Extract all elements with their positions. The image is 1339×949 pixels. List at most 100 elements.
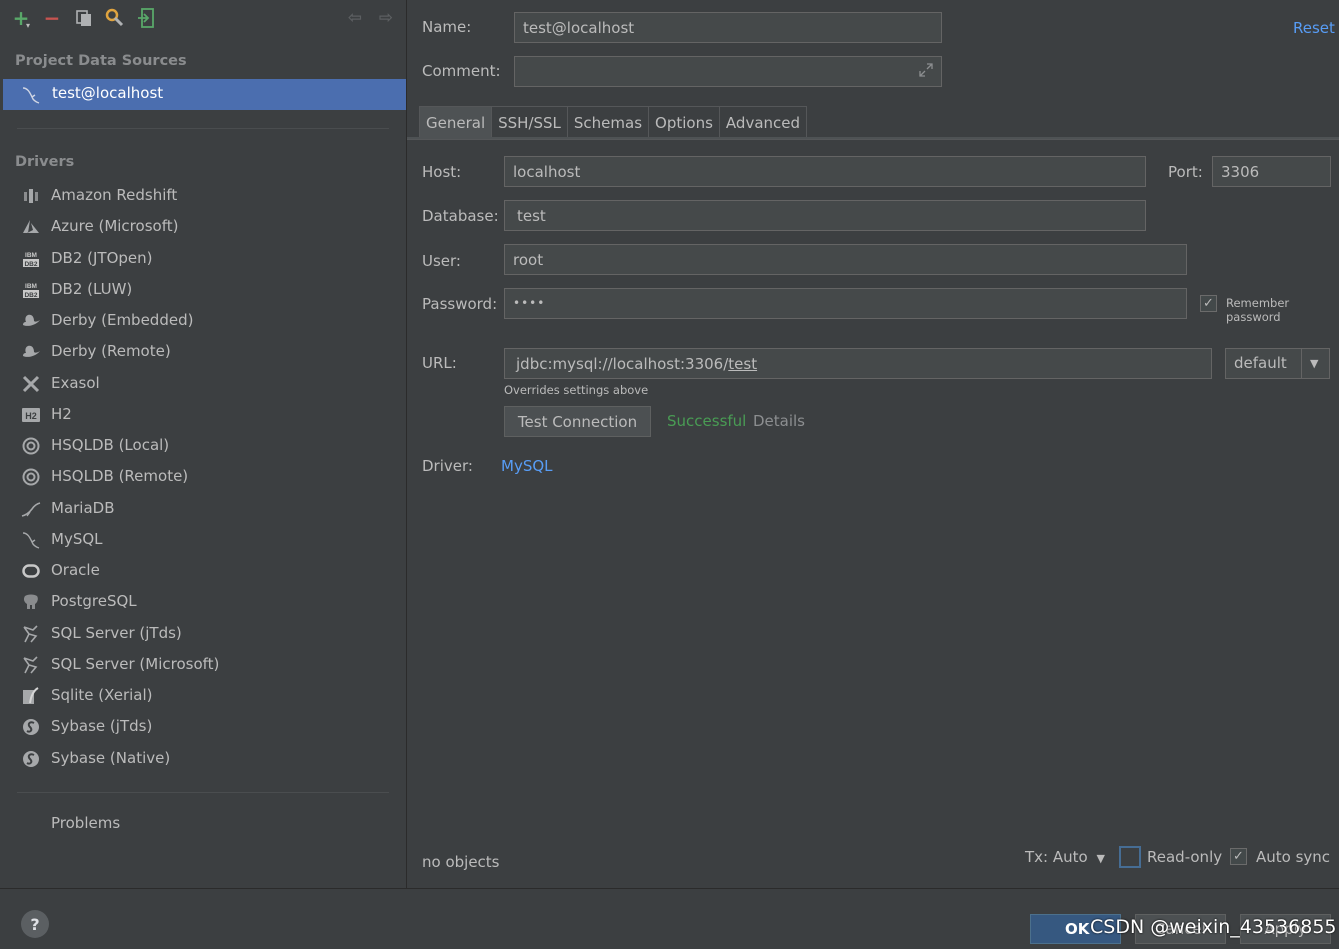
driver-label: MySQL: [51, 529, 103, 548]
driver-item-hsqldb-remote[interactable]: HSQLDB (Remote): [0, 462, 406, 492]
driver-label: Sqlite (Xerial): [51, 686, 153, 704]
objects-status: no objects: [422, 853, 500, 871]
tab-general[interactable]: General: [419, 106, 493, 138]
comment-label: Comment:: [422, 62, 501, 80]
sql-server-icon: [21, 624, 41, 644]
driver-item-derby-remote[interactable]: Derby (Remote): [0, 337, 406, 367]
remember-password-label: Remember password: [1226, 296, 1290, 324]
password-label: Password:: [422, 295, 498, 313]
url-mode-select[interactable]: default ▼: [1225, 348, 1330, 379]
data-source-item-test-localhost[interactable]: test@localhost: [3, 79, 406, 110]
database-input[interactable]: [504, 200, 1146, 231]
comment-input[interactable]: [514, 56, 942, 87]
remove-icon[interactable]: −: [40, 6, 64, 30]
read-only-label: Read-only: [1147, 848, 1223, 866]
hsqldb-icon: [21, 467, 41, 487]
h2-icon: H2: [21, 405, 41, 425]
driver-item-sybase-jtds[interactable]: Sybase (jTds): [0, 712, 406, 742]
h2-text: H2: [25, 411, 37, 421]
tab-schemas[interactable]: Schemas: [566, 106, 650, 138]
driver-label: HSQLDB (Local): [51, 436, 170, 454]
port-label: Port:: [1168, 163, 1203, 181]
user-input[interactable]: [504, 244, 1187, 275]
driver-item-db2-jtopen[interactable]: IBM DB2 DB2 (JTOpen): [0, 244, 406, 274]
driver-label: HSQLDB (Remote): [51, 467, 189, 486]
tx-mode-label: Tx: Auto: [1025, 848, 1088, 866]
driver-label: Derby (Remote): [51, 342, 171, 361]
footer-divider: [0, 888, 1339, 889]
tab-options[interactable]: Options: [648, 106, 720, 138]
chevron-down-icon: ▼: [1310, 357, 1319, 370]
add-icon[interactable]: + ▾: [9, 6, 33, 30]
host-input[interactable]: [504, 156, 1146, 187]
driver-item-hsqldb-local[interactable]: HSQLDB (Local): [0, 431, 406, 461]
tab-ssh-ssl[interactable]: SSH/SSL: [491, 106, 568, 138]
user-label: User:: [422, 252, 461, 270]
name-input[interactable]: [514, 12, 942, 43]
project-data-sources-heading: Project Data Sources: [15, 53, 187, 69]
reset-link[interactable]: Reset: [1293, 19, 1335, 37]
ibm-text: IBM: [25, 283, 37, 290]
database-label: Database:: [422, 207, 499, 225]
settings-tabs: General SSH/SSL Schemas Options Advanced: [419, 106, 808, 138]
exasol-icon: [21, 374, 41, 394]
name-label: Name:: [422, 18, 472, 36]
driver-label: Azure (Microsoft): [51, 217, 179, 236]
url-input[interactable]: jdbc:mysql://localhost:3306/test: [504, 348, 1212, 379]
help-button[interactable]: ?: [21, 910, 49, 938]
postgresql-elephant-icon: [21, 592, 41, 612]
password-input[interactable]: ••••: [504, 288, 1187, 319]
driver-item-sql-server-jtds[interactable]: SQL Server (jTds): [0, 619, 406, 649]
oracle-icon: [21, 561, 41, 581]
derby-hat-icon: [21, 342, 41, 362]
driver-item-exasol[interactable]: Exasol: [0, 369, 406, 399]
auto-sync-label: Auto sync: [1256, 848, 1331, 866]
driver-label: H2: [51, 404, 72, 423]
mysql-dolphin-icon: [21, 530, 41, 550]
driver-item-postgresql[interactable]: PostgreSQL: [0, 587, 406, 617]
driver-label: Exasol: [51, 373, 100, 392]
driver-item-h2[interactable]: H2 H2: [0, 400, 406, 430]
driver-item-db2-luw[interactable]: IBM DB2 DB2 (LUW): [0, 275, 406, 305]
watermark: CSDN @weixin_43536855: [1090, 916, 1337, 938]
mysql-dolphin-icon: [21, 85, 41, 109]
expand-icon[interactable]: [918, 62, 934, 82]
derby-hat-icon: [21, 311, 41, 331]
driver-label: Sybase (jTds): [51, 717, 153, 736]
auto-sync-checkbox[interactable]: ✓: [1230, 848, 1247, 865]
import-icon[interactable]: [134, 6, 158, 30]
driver-item-sql-server-microsoft[interactable]: SQL Server (Microsoft): [0, 650, 406, 680]
read-only-checkbox[interactable]: [1119, 846, 1141, 868]
driver-item-azure-microsoft[interactable]: Azure (Microsoft): [0, 212, 406, 242]
driver-item-oracle[interactable]: Oracle: [0, 556, 406, 586]
port-input[interactable]: [1212, 156, 1331, 187]
panel-splitter[interactable]: [406, 0, 407, 888]
back-arrow-icon[interactable]: ⇦: [343, 6, 367, 30]
duplicate-icon[interactable]: [72, 6, 96, 30]
driver-settings-icon[interactable]: [103, 6, 127, 30]
driver-item-sqlite-xerial[interactable]: Sqlite (Xerial): [0, 681, 406, 711]
driver-item-mysql[interactable]: MySQL: [0, 525, 406, 555]
url-prefix: jdbc:mysql://localhost:3306/: [516, 354, 729, 373]
forward-arrow-icon[interactable]: ⇨: [374, 6, 398, 30]
tx-mode-dropdown[interactable]: Tx: Auto ▼: [1025, 848, 1105, 866]
host-label: Host:: [422, 163, 462, 181]
driver-item-mariadb[interactable]: MariaDB: [0, 494, 406, 524]
driver-item-amazon-redshift[interactable]: Amazon Redshift: [0, 181, 406, 211]
divider: [17, 128, 389, 129]
tab-advanced[interactable]: Advanced: [718, 106, 808, 138]
test-connection-button[interactable]: Test Connection: [504, 406, 651, 437]
details-link[interactable]: Details: [753, 412, 805, 430]
driver-item-sybase-native[interactable]: Sybase (Native): [0, 744, 406, 774]
driver-item-derby-embedded[interactable]: Derby (Embedded): [0, 306, 406, 336]
db2-text: DB2: [24, 261, 37, 268]
divider: [1301, 349, 1302, 378]
remember-password-checkbox[interactable]: ✓: [1200, 295, 1217, 312]
problems-item[interactable]: Problems: [51, 814, 120, 832]
sybase-icon: [21, 749, 41, 769]
data-source-list-panel: + ▾ − ⇦ ⇨ Project Data Sources test@local…: [0, 0, 406, 888]
sqlite-feather-icon: [21, 686, 41, 706]
driver-label: SQL Server (Microsoft): [51, 654, 220, 673]
driver-link[interactable]: MySQL: [501, 457, 553, 475]
driver-label: Derby (Embedded): [51, 311, 194, 329]
